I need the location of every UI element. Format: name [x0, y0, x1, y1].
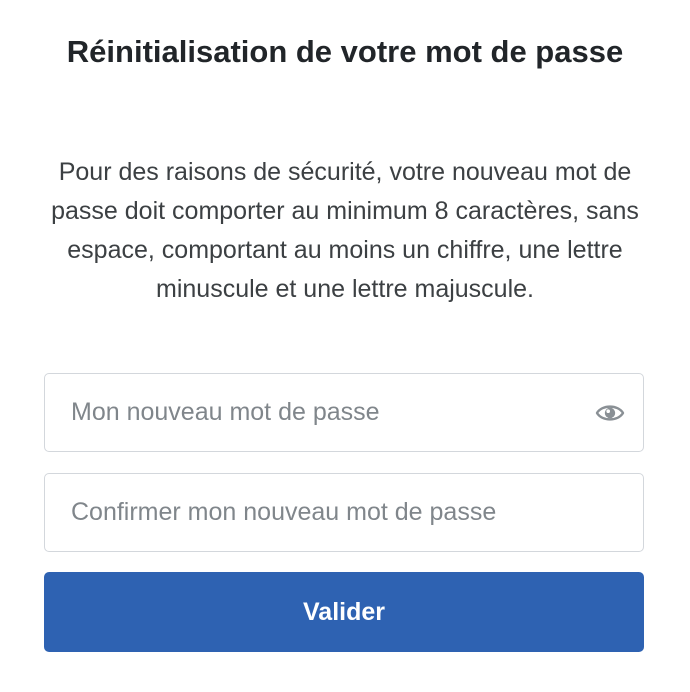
password-reset-form: Réinitialisation de votre mot de passe P…: [0, 0, 690, 692]
confirm-password-input[interactable]: [45, 474, 643, 551]
confirm-password-field: [44, 473, 644, 552]
new-password-field: [44, 373, 644, 452]
eye-icon[interactable]: [595, 400, 625, 426]
form-title: Réinitialisation de votre mot de passe: [66, 34, 624, 69]
new-password-input[interactable]: [45, 374, 643, 451]
password-requirements-text: Pour des raisons de sécurité, votre nouv…: [51, 158, 639, 303]
submit-button[interactable]: Valider: [44, 572, 644, 652]
